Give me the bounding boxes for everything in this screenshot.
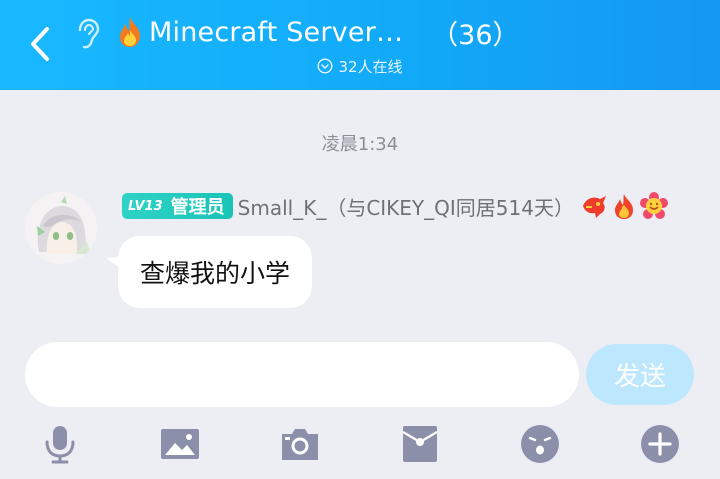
member-count: （36） — [431, 19, 520, 51]
plus-icon[interactable] — [638, 422, 682, 466]
level-label: LV13 — [128, 198, 163, 214]
title-row[interactable]: Minecraft Server… （36） — [115, 12, 520, 52]
dragon-badge-icon — [580, 192, 608, 220]
send-button[interactable]: 发送 — [586, 344, 694, 405]
level-badge: LV13 管理员 — [122, 193, 233, 219]
message-input[interactable] — [25, 342, 579, 407]
online-status[interactable]: 32人在线 — [0, 55, 720, 77]
sender-name[interactable]: Small_K_（与CIKEY_QI同居514天） — [238, 192, 574, 221]
camera-icon[interactable] — [278, 422, 322, 466]
ear-icon[interactable] — [74, 17, 102, 51]
avatar-image — [25, 192, 97, 264]
message-text: 查爆我的小学 — [140, 259, 291, 288]
smile-flower-badge-icon — [639, 192, 668, 220]
image-icon[interactable] — [158, 422, 202, 466]
fire-icon — [120, 17, 140, 47]
chevron-circle-icon — [317, 58, 333, 74]
avatar[interactable] — [25, 192, 97, 264]
red-packet-icon[interactable] — [398, 422, 442, 466]
role-label: 管理员 — [170, 197, 225, 218]
message-bubble[interactable]: 查爆我的小学 — [118, 236, 313, 308]
message-timestamp: 凌晨1:34 — [321, 134, 399, 155]
microphone-icon[interactable] — [38, 422, 82, 466]
message-sender-row: LV13 管理员 Small_K_（与CIKEY_QI同居514天） — [122, 190, 670, 222]
chat-header: Minecraft Server… （36） 32人在线 — [0, 0, 720, 90]
flame-badge-icon — [610, 192, 638, 220]
group-title: Minecraft Server… — [149, 16, 404, 48]
badge-icons — [580, 192, 670, 220]
online-count-text: 32人在线 — [338, 57, 403, 76]
emoji-icon[interactable] — [518, 422, 562, 466]
